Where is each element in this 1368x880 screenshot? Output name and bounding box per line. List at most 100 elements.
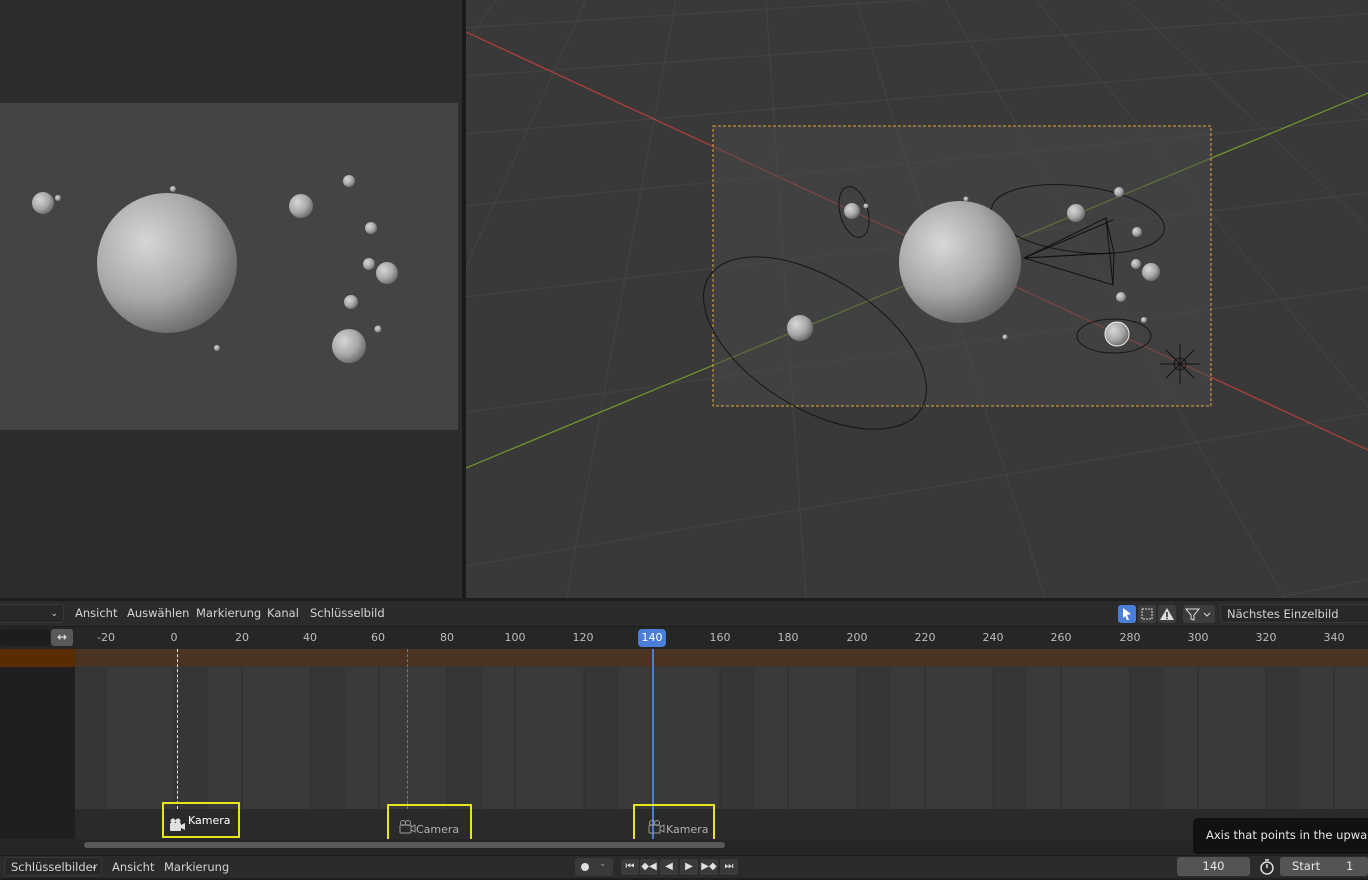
viewport-scene — [466, 0, 1368, 598]
sun-sphere[interactable] — [899, 201, 1021, 323]
camera-icon — [399, 820, 416, 834]
footer-menu-ansicht[interactable]: Ansicht — [112, 855, 154, 880]
moon-sphere[interactable] — [214, 345, 220, 351]
moon-sphere[interactable] — [863, 203, 869, 209]
selected-planet-sphere[interactable] — [1104, 321, 1130, 347]
tick-label: 200 — [846, 631, 868, 644]
start-frame-field[interactable]: Start 1 — [1280, 857, 1368, 876]
current-frame-field[interactable]: 140 — [1177, 857, 1250, 876]
keyframe-area[interactable] — [75, 649, 1368, 809]
tick-label: 60 — [371, 631, 385, 644]
moon-sphere[interactable] — [1002, 334, 1008, 340]
camera-render-frame — [0, 103, 458, 430]
tick-label: 120 — [572, 631, 594, 644]
marker-line — [177, 649, 178, 809]
next-keyframe-icon[interactable]: ▶◆ — [700, 859, 718, 875]
tick-label: 340 — [1323, 631, 1345, 644]
play-icon[interactable]: ▶ — [680, 859, 698, 875]
tick-label: 40 — [303, 631, 317, 644]
previous-keyframe-icon[interactable]: ◆◀ — [640, 859, 658, 875]
tick-label: 280 — [1119, 631, 1141, 644]
tick-label: 320 — [1255, 631, 1277, 644]
camera-marker-kamera-0[interactable]: Kamera — [162, 802, 240, 838]
channel-list[interactable] — [0, 649, 75, 809]
box-select-icon[interactable] — [1138, 605, 1156, 623]
tick-label: 240 — [982, 631, 1004, 644]
moon-sphere[interactable] — [1116, 292, 1126, 302]
menu-ansicht[interactable]: Ansicht — [75, 601, 117, 626]
chevron-down-icon: ⌄ — [599, 859, 607, 869]
stopwatch-icon[interactable] — [1257, 857, 1277, 876]
moon-sphere[interactable] — [365, 222, 377, 234]
timeline-footer: Schlüsselbilder ⌄ Ansicht Markierung ⌄ ⏮… — [0, 856, 1368, 878]
channel-search-field[interactable] — [0, 629, 50, 646]
timeline-header: ⌄ Ansicht Auswählen Markierung Kanal Sch… — [0, 601, 1368, 626]
jump-to-start-icon[interactable]: ⏮ — [621, 859, 639, 875]
sun-sphere[interactable] — [97, 193, 237, 333]
chevron-down-icon: ⌄ — [90, 862, 98, 872]
moon-sphere[interactable] — [344, 295, 358, 309]
moon-sphere[interactable] — [343, 175, 355, 187]
tick-label: 20 — [235, 631, 249, 644]
light-icon[interactable] — [1160, 344, 1200, 384]
moon-sphere[interactable] — [963, 196, 969, 202]
frame-ruler[interactable]: ↔ -20 0 20 40 60 80 100 120 140 160 180 … — [0, 627, 1368, 649]
moon-sphere[interactable] — [1141, 317, 1147, 323]
3d-viewport[interactable] — [466, 0, 1368, 598]
select-tool-icon[interactable] — [1118, 605, 1136, 623]
tick-label: 260 — [1050, 631, 1072, 644]
marker-label: Kamera — [666, 823, 709, 836]
planet-sphere[interactable] — [1142, 263, 1160, 281]
summary-track[interactable] — [75, 649, 1368, 667]
editor-mode-dropdown[interactable]: Schlüsselbilder ⌄ — [4, 857, 102, 876]
planet-sphere[interactable] — [332, 329, 366, 363]
play-reverse-icon[interactable]: ◀ — [660, 859, 678, 875]
menu-schluesselbild[interactable]: Schlüsselbild — [310, 601, 385, 626]
marker-strip[interactable] — [75, 809, 1368, 839]
moon-sphere[interactable] — [1114, 187, 1124, 197]
moon-sphere[interactable] — [1131, 259, 1141, 269]
jump-to-end-icon[interactable]: ⏭ — [720, 859, 738, 875]
summary-channel[interactable] — [0, 649, 75, 667]
editor-mode-label: Schlüsselbilder — [11, 860, 98, 874]
planet-sphere[interactable] — [32, 192, 54, 214]
marker-label: Kamera — [188, 814, 231, 827]
menu-kanal[interactable]: Kanal — [267, 601, 299, 626]
marker-line — [407, 649, 408, 809]
planet-sphere[interactable] — [844, 203, 860, 219]
editor-type-dropdown[interactable]: ⌄ — [0, 604, 64, 623]
moon-sphere[interactable] — [374, 325, 382, 333]
tick-label: 220 — [914, 631, 936, 644]
track-grid — [75, 649, 1335, 809]
snap-mode-label: Nächstes Einzelbild — [1227, 607, 1339, 621]
planet-sphere[interactable] — [289, 194, 313, 218]
marker-label: Camera — [416, 823, 460, 836]
footer-menu-markierung[interactable]: Markierung — [164, 855, 229, 880]
camera-icon — [648, 820, 665, 834]
snap-mode-dropdown[interactable]: Nächstes Einzelbild — [1220, 604, 1368, 623]
scrollbar-thumb[interactable] — [84, 842, 725, 848]
menu-auswaehlen[interactable]: Auswählen — [127, 601, 189, 626]
moon-sphere[interactable] — [170, 186, 176, 192]
current-frame-indicator[interactable]: 140 — [638, 629, 666, 647]
tick-label: 160 — [709, 631, 731, 644]
tick-label: 300 — [1187, 631, 1209, 644]
tooltip: Axis that points in the upward direction — [1193, 818, 1368, 854]
filter-icon[interactable] — [1183, 605, 1215, 623]
menu-markierung[interactable]: Markierung — [196, 601, 261, 626]
planet-sphere[interactable] — [1067, 204, 1085, 222]
tick-label: -20 — [97, 631, 115, 644]
auto-keying-toggle[interactable]: ⌄ — [575, 858, 613, 876]
start-frame-label: Start — [1292, 859, 1321, 873]
planet-sphere[interactable] — [787, 315, 813, 341]
warning-icon[interactable] — [1158, 605, 1176, 623]
moon-sphere[interactable] — [1132, 227, 1142, 237]
swap-arrows-icon[interactable]: ↔ — [51, 629, 73, 646]
camera-scene — [32, 175, 398, 363]
moon-sphere[interactable] — [363, 258, 375, 270]
record-icon — [581, 863, 589, 871]
chevron-down-icon: ⌄ — [50, 609, 58, 619]
moon-sphere[interactable] — [55, 195, 61, 201]
tick-label: 100 — [504, 631, 526, 644]
planet-sphere[interactable] — [376, 262, 398, 284]
